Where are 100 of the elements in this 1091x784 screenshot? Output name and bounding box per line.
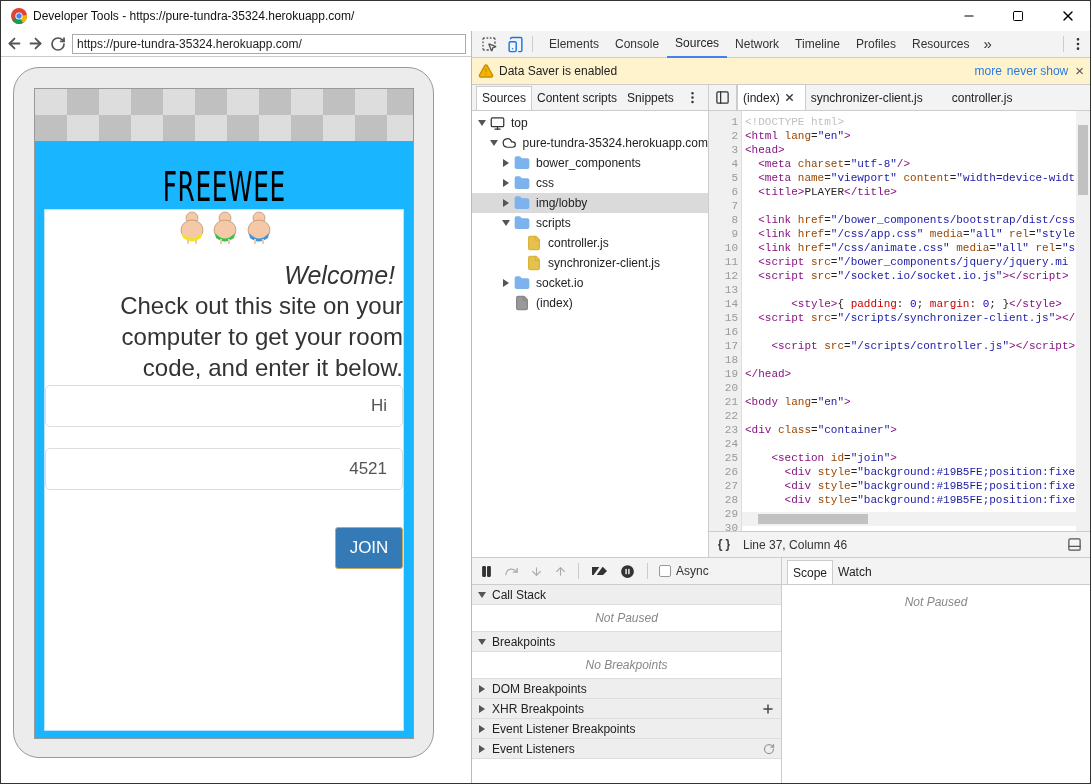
line-number: 5	[731, 171, 738, 185]
file-tab[interactable]: (index)	[737, 85, 806, 110]
code-line: <script src="/socket.io/socket.io.js"></script>	[757, 269, 1070, 283]
section-header[interactable]: Call Stack	[472, 585, 781, 605]
tree-item[interactable]: top	[472, 113, 708, 133]
line-number: 8	[731, 213, 738, 227]
pause-on-exceptions-icon[interactable]	[619, 562, 636, 580]
close-button[interactable]: ×	[1075, 59, 1084, 83]
horizontal-scrollbar[interactable]	[742, 512, 1076, 527]
line-number: 25	[724, 451, 738, 465]
triangle-right-icon[interactable]	[502, 199, 510, 207]
inspect-icon[interactable]	[481, 36, 497, 52]
toggle-navigator-icon[interactable]	[715, 90, 730, 105]
triangle-down-icon[interactable]	[478, 637, 486, 646]
triangle-right-icon[interactable]	[502, 179, 510, 187]
info-link[interactable]: more	[974, 62, 1002, 80]
line-number: 13	[724, 283, 738, 297]
triangle-right-icon[interactable]	[478, 684, 486, 693]
tree-item[interactable]: pure-tundra-35324.herokuapp.com	[472, 133, 708, 153]
panel-tab[interactable]: Resources	[904, 30, 978, 58]
toggle-drawer-icon[interactable]	[1067, 537, 1082, 553]
tree-item-label: img/lobby	[536, 195, 588, 212]
line-number: 3	[731, 143, 738, 157]
code-line: <div class="container">	[745, 423, 898, 437]
navigator-tab[interactable]: Content scripts	[532, 85, 623, 110]
line-number: 19	[724, 367, 738, 381]
pause-icon[interactable]	[480, 564, 493, 578]
folder-icon	[514, 215, 530, 231]
panel-tab[interactable]: Timeline	[787, 30, 848, 58]
tree-item[interactable]: synchronizer-client.js	[472, 253, 708, 273]
tree-item[interactable]: bower_components	[472, 153, 708, 173]
tree-item-label: scripts	[536, 215, 571, 232]
section-title: Event Listeners	[492, 740, 576, 758]
tree-item[interactable]: (index)	[472, 293, 708, 313]
triangle-right-icon[interactable]	[478, 744, 486, 753]
line-number: 1	[731, 115, 738, 129]
add-icon[interactable]	[761, 701, 775, 716]
forward-icon[interactable]	[27, 35, 44, 52]
device-toolbar-icon[interactable]	[507, 35, 524, 53]
code-line: <title>PLAYER</title>	[757, 185, 898, 199]
panel-tab[interactable]: Elements	[541, 30, 608, 58]
section-header[interactable]: DOM Breakpoints	[472, 679, 781, 699]
code-line: <script src="/bower_components/jquery/jquery.mi	[757, 255, 1070, 269]
line-number: 30	[724, 521, 738, 532]
code-line: <link href="/css/animate.css" media="all" rel="s	[757, 241, 1076, 255]
async-checkbox[interactable]	[659, 565, 671, 577]
deactivate-breakpoints-icon[interactable]	[590, 564, 608, 578]
section-header[interactable]: Breakpoints	[472, 632, 781, 652]
triangle-right-icon[interactable]	[502, 279, 510, 287]
sidebar-tab[interactable]: Scope	[787, 560, 834, 584]
tree-item[interactable]: socket.io	[472, 273, 708, 293]
triangle-down-icon[interactable]	[502, 219, 510, 227]
triangle-down-icon[interactable]	[490, 139, 498, 147]
tree-item-label: pure-tundra-35324.herokuapp.com	[522, 135, 708, 152]
sidebar-tab[interactable]: Watch	[833, 560, 877, 584]
triangle-right-icon[interactable]	[502, 159, 510, 167]
triangle-down-icon[interactable]	[478, 590, 486, 599]
vertical-scrollbar[interactable]	[1076, 111, 1090, 532]
line-number: 7	[731, 199, 738, 213]
triangle-right-icon[interactable]	[478, 704, 486, 713]
pretty-print-icon[interactable]	[717, 537, 731, 552]
line-number: 10	[724, 241, 738, 255]
welcome-heading: Welcome!	[283, 260, 396, 290]
more-tabs-button[interactable]: »	[983, 32, 992, 56]
text-field[interactable]: 4521	[45, 448, 403, 490]
join-button[interactable]: JOIN	[335, 527, 403, 569]
close-icon[interactable]	[783, 92, 795, 103]
section-header[interactable]: Event Listener Breakpoints	[472, 719, 781, 739]
file-tab[interactable]: synchronizer-client.js	[805, 85, 933, 110]
triangle-right-icon[interactable]	[478, 724, 486, 733]
line-number: 26	[724, 465, 738, 479]
file-icon	[526, 235, 542, 251]
panel-tab[interactable]: Network	[727, 30, 788, 58]
text-field[interactable]: Hi	[45, 385, 403, 427]
code-line: <meta charset="utf-8"/>	[757, 157, 912, 171]
tree-item[interactable]: scripts	[472, 213, 708, 233]
file-tab[interactable]: controller.js	[946, 85, 1023, 110]
code-line: <style>{ padding: 0; margin: 0; }</style>	[790, 297, 1063, 311]
cursor-position: Line 37, Column 46	[743, 536, 849, 554]
section-header[interactable]: Event Listeners	[472, 739, 781, 759]
panel-tab[interactable]: Profiles	[848, 30, 905, 58]
code-line: <body lang="en">	[745, 395, 852, 409]
navigator-tab[interactable]: Sources	[476, 85, 533, 110]
maximize-icon[interactable]	[1012, 10, 1024, 22]
warning-icon	[478, 63, 494, 79]
tree-item-label: socket.io	[536, 275, 584, 292]
back-icon[interactable]	[6, 35, 23, 52]
tree-item[interactable]: img/lobby	[472, 193, 708, 213]
file-tab-label: (index)	[743, 89, 780, 107]
code-line: <link href="/bower_components/bootstrap/dist/css	[757, 213, 1076, 227]
address-field[interactable]: https://pure-tundra-35324.herokuapp.com/	[72, 33, 466, 54]
tree-item[interactable]: css	[472, 173, 708, 193]
info-link[interactable]: never show	[1006, 62, 1069, 80]
panel-tab[interactable]: Console	[607, 30, 668, 58]
tree-item[interactable]: controller.js	[472, 233, 708, 253]
navigator-tab[interactable]: Snippets	[622, 85, 679, 110]
section-header[interactable]: XHR Breakpoints	[472, 699, 781, 719]
reload-icon[interactable]	[50, 35, 66, 52]
triangle-down-icon[interactable]	[478, 119, 486, 127]
file-tab-label: synchronizer-client.js	[810, 89, 923, 107]
